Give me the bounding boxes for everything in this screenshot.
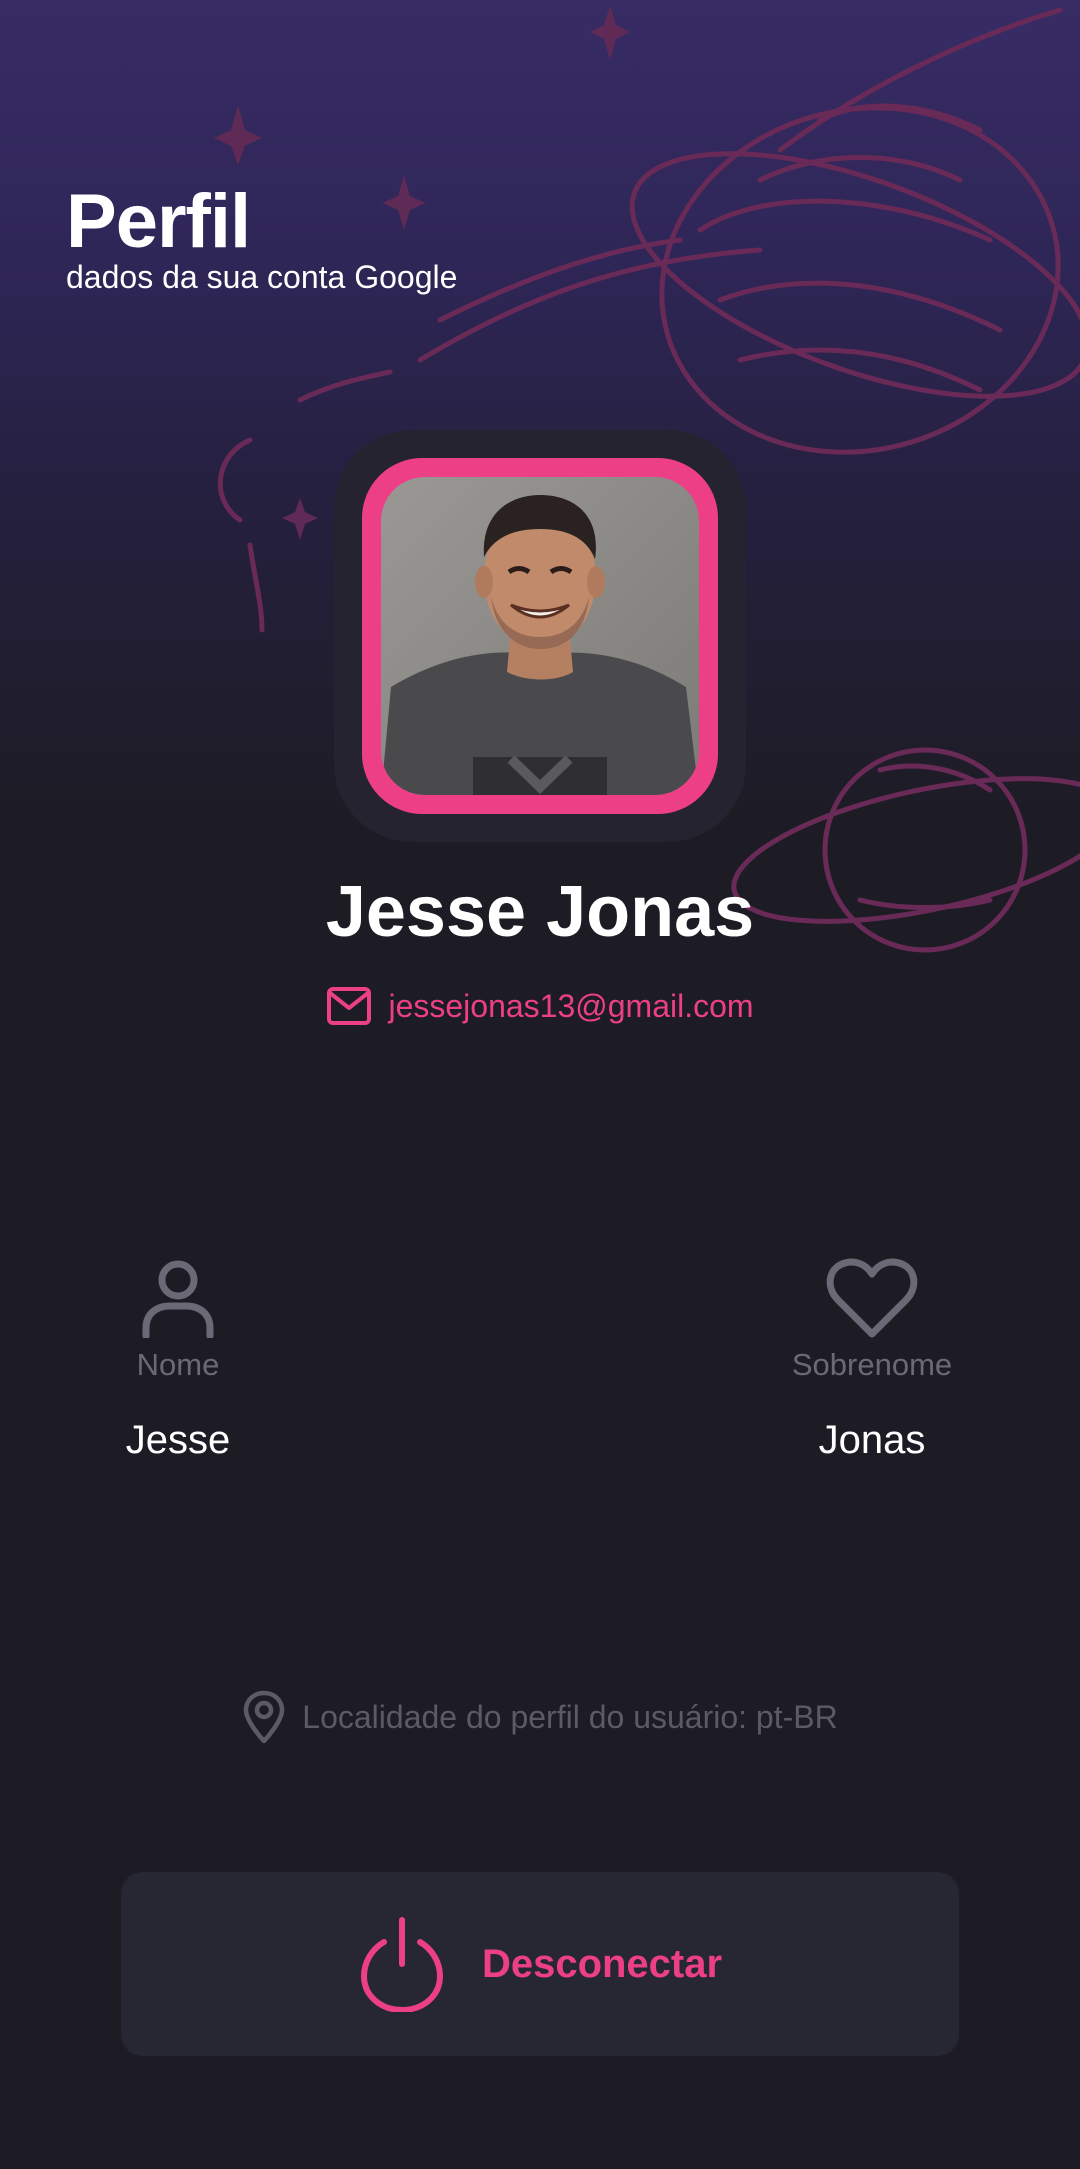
- avatar-border: [362, 458, 718, 814]
- last-name-field: Sobrenome Jonas: [762, 1258, 982, 1464]
- first-name-value: Jesse: [125, 1418, 231, 1462]
- star-decoration: [590, 5, 630, 60]
- page-header: Perfil dados da sua conta Google: [66, 180, 457, 296]
- email-row: jessejonas13@gmail.com: [0, 986, 1080, 1026]
- star-decoration: [282, 498, 318, 540]
- last-name-value: Jonas: [818, 1418, 926, 1462]
- location-pin-icon: [244, 1690, 285, 1744]
- avatar: [381, 477, 699, 795]
- power-icon: [360, 1917, 443, 2012]
- heart-icon: [826, 1258, 918, 1338]
- last-name-label: Sobrenome: [791, 1347, 953, 1382]
- locale-row: Localidade do perfil do usuário: pt-BR: [0, 1690, 1080, 1744]
- user-icon: [142, 1260, 214, 1338]
- logout-label: Desconectar: [481, 1941, 723, 1986]
- profile-full-name: Jesse Jonas: [325, 872, 755, 952]
- first-name-label: Nome: [136, 1347, 220, 1382]
- profile-email: jessejonas13@gmail.com: [388, 988, 754, 1024]
- logout-button[interactable]: Desconectar: [121, 1872, 959, 2056]
- avatar-frame: [334, 430, 746, 842]
- star-decoration: [214, 105, 262, 165]
- locale-text: Localidade do perfil do usuário: pt-BR: [302, 1699, 838, 1735]
- avatar-photo: [381, 477, 699, 795]
- mail-icon: [327, 987, 372, 1025]
- first-name-field: Nome Jesse: [68, 1258, 288, 1464]
- page-subtitle: dados da sua conta Google: [66, 259, 458, 295]
- page-title: Perfil: [66, 179, 251, 264]
